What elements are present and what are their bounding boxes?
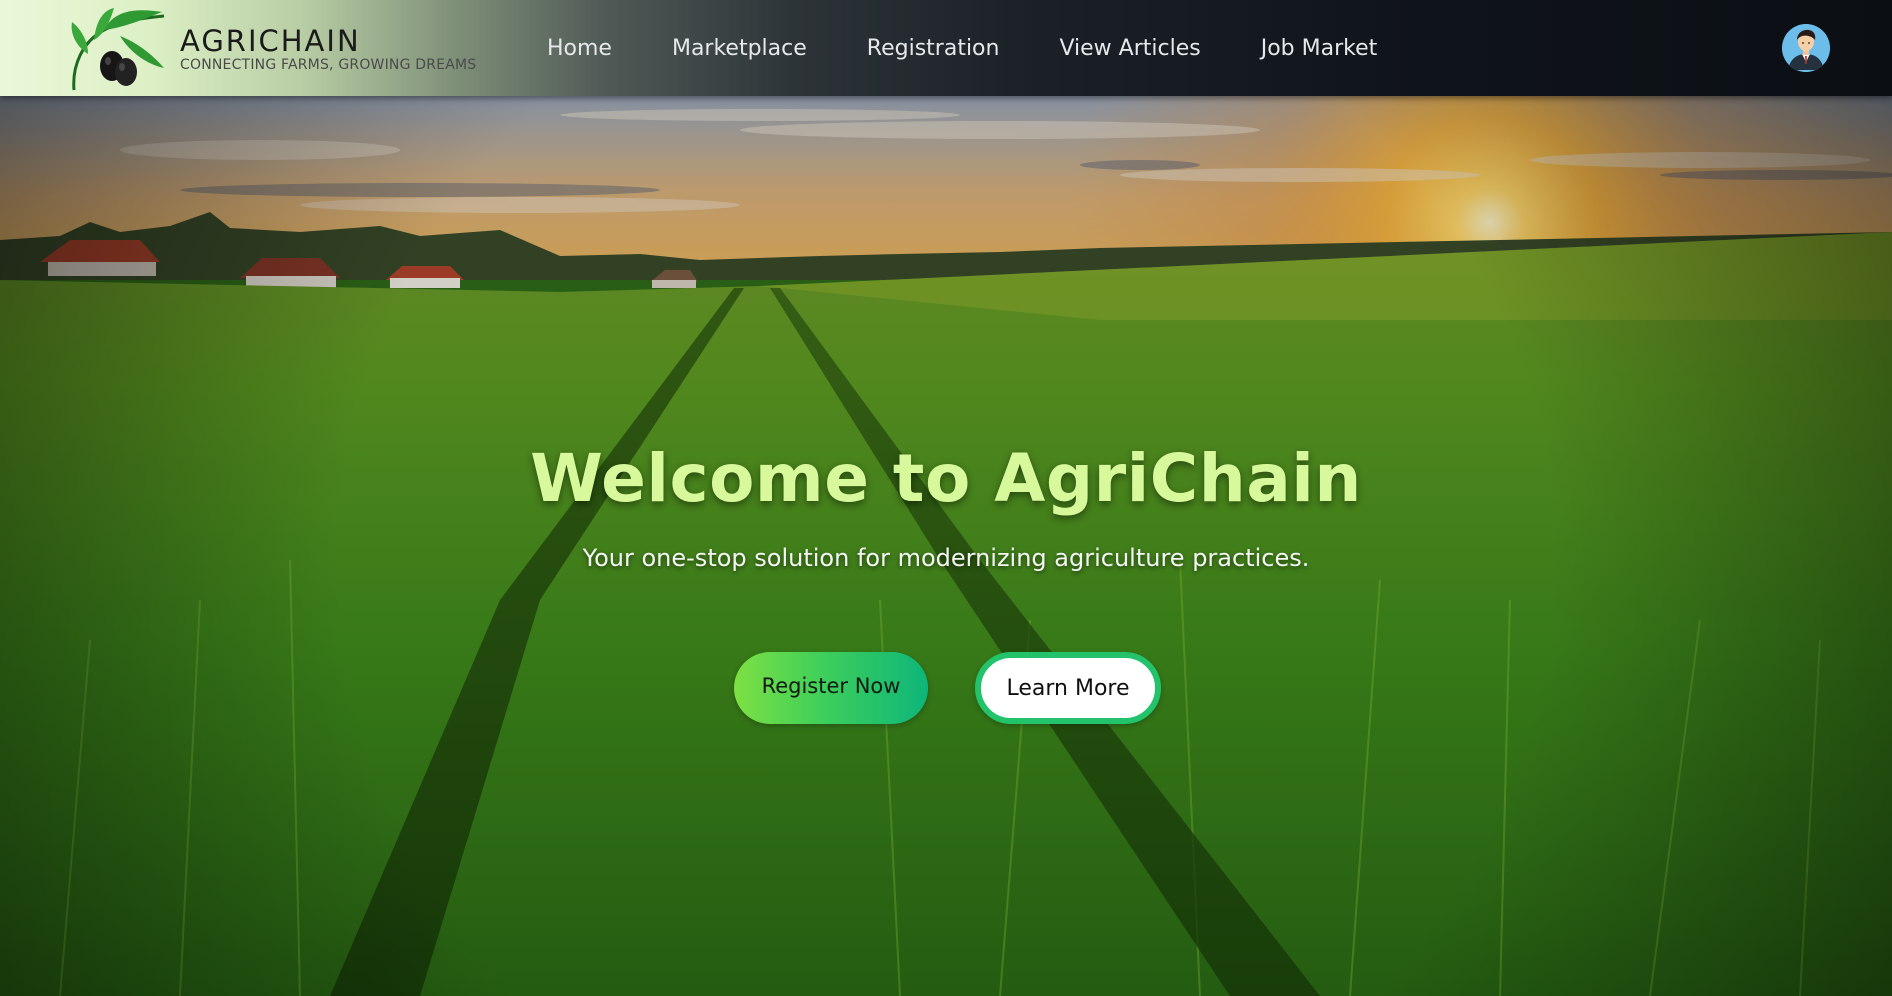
olive-branch-logo (71, 8, 165, 91)
nav-marketplace[interactable]: Marketplace (672, 36, 807, 61)
hero-section: Welcome to AgriChain Your one-stop solut… (0, 0, 1892, 996)
brand-text: AGRICHAIN CONNECTING FARMS, GROWING DREA… (180, 25, 476, 73)
nav-job-market[interactable]: Job Market (1261, 36, 1378, 61)
brand-tagline: CONNECTING FARMS, GROWING DREAMS (180, 57, 477, 73)
brand-name: AGRICHAIN (180, 24, 361, 58)
main-nav: Home Marketplace Registration View Artic… (547, 0, 1437, 96)
top-navbar: AGRICHAIN CONNECTING FARMS, GROWING DREA… (0, 0, 1892, 96)
landing-page: AGRICHAIN CONNECTING FARMS, GROWING DREA… (0, 0, 1892, 996)
hero-title: Welcome to AgriChain (530, 440, 1362, 517)
brand-link[interactable]: AGRICHAIN CONNECTING FARMS, GROWING DREA… (64, 6, 476, 92)
nav-registration[interactable]: Registration (867, 36, 1000, 61)
user-avatar-icon[interactable] (1782, 24, 1830, 72)
hero-subtitle: Your one-stop solution for modernizing a… (582, 544, 1310, 572)
nav-home[interactable]: Home (547, 36, 612, 61)
nav-view-articles[interactable]: View Articles (1059, 36, 1200, 61)
learn-more-button[interactable]: Learn More (975, 652, 1161, 724)
register-now-button[interactable]: Register Now (734, 652, 928, 724)
